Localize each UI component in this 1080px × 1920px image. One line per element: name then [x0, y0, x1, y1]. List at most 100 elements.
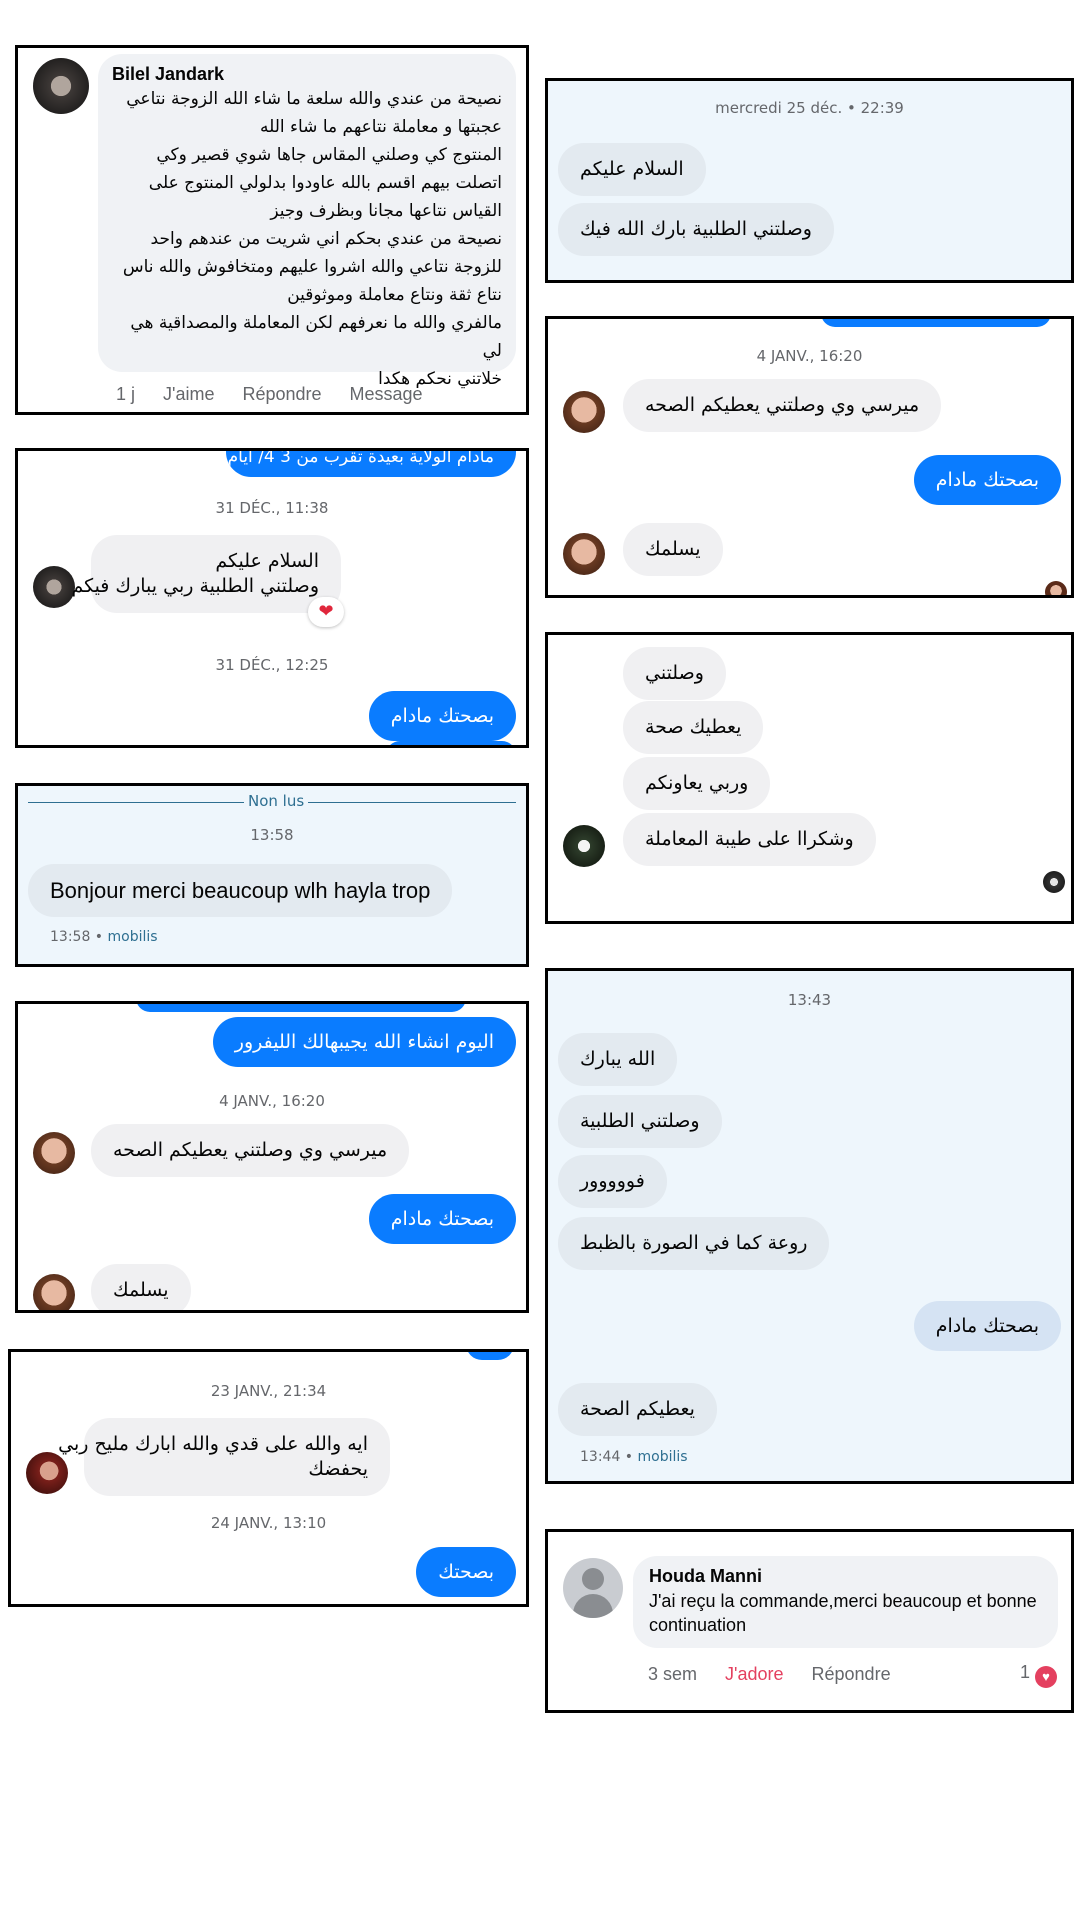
comment-line: نصيحة من عندي بحكم اني شريت من عندهم واح… — [150, 229, 502, 249]
message-button[interactable]: Message — [350, 384, 423, 404]
timestamp: 31 DÉC., 11:38 — [215, 499, 329, 517]
timestamp: 13:43 — [787, 991, 832, 1009]
incoming-message[interactable]: وصلتني الطلبية بارك الله فيك — [558, 203, 834, 256]
incoming-message[interactable]: يسلمك — [91, 1264, 191, 1310]
meta-separator: • — [620, 1449, 638, 1465]
message-line: يحفضك — [308, 1458, 368, 1480]
chat-panel-jan: اليوم انشاء الله يجيبهالك الليفرور 4 JAN… — [15, 1001, 529, 1313]
meta-time: 13:58 — [50, 929, 91, 945]
comment-time: 3 sem — [648, 1664, 698, 1684]
reply-button[interactable]: Répondre — [242, 384, 321, 404]
seen-avatar — [1043, 871, 1065, 893]
reaction-count[interactable]: 1 ♥ — [1020, 1662, 1057, 1688]
incoming-message[interactable]: السلام عليكم وصلتني الطلبية ربي يبارك في… — [71, 535, 341, 613]
incoming-message[interactable]: يعطيكم الصحة — [558, 1383, 717, 1436]
reply-button[interactable]: Répondre — [812, 1664, 891, 1684]
timestamp: 23 JANV., 21:34 — [210, 1382, 327, 1400]
incoming-message[interactable]: ايه والله على قدي والله ابارك مليح ربي ي… — [58, 1418, 390, 1496]
comment-panel-bilel: Bilel Jandark نصيحة من عندي والله سلعة م… — [15, 45, 529, 415]
comment-panel-houda: Houda Manni J'ai reçu la commande,merci … — [545, 1529, 1074, 1713]
incoming-message[interactable]: وصلتني — [623, 647, 726, 700]
avatar[interactable] — [33, 58, 89, 114]
comment-time: 1 j — [116, 384, 136, 404]
heart-reaction[interactable]: ❤ — [308, 597, 344, 627]
incoming-message[interactable]: Bonjour merci beaucoup wlh hayla trop — [28, 864, 453, 917]
unread-label: Non lus — [244, 792, 309, 810]
comment-line: القياس نتاعها مجانا وبظرف وجيز — [270, 201, 502, 221]
comment-line: عجبتها و معاملة نتاعهم ما شاء الله — [259, 117, 502, 137]
seen-avatar — [1045, 581, 1067, 595]
operator-link[interactable]: mobilis — [108, 929, 158, 945]
comment-line: المنتوج كي وصلني المقاس جاها شوي قصير وك… — [156, 145, 502, 165]
incoming-message[interactable]: وربي يعاونكم — [623, 757, 771, 810]
comment-line: نصيحة من عندي والله سلعة ما شاء الله الز… — [126, 89, 502, 109]
commenter-name[interactable]: Bilel Jandark — [112, 64, 502, 85]
outgoing-message[interactable]: بصحتك مادام — [368, 691, 516, 741]
reaction-count-value: 1 — [1019, 1662, 1030, 1682]
outgoing-message[interactable]: اليوم انشاء الله يجيبهالك الليفرور — [212, 1017, 516, 1067]
outgoing-message[interactable]: بصحتك مادام — [368, 1194, 516, 1244]
meta-separator: • — [90, 929, 108, 945]
meta-time: 13:44 — [580, 1449, 621, 1465]
chat-panel-1343: 13:43 الله يبارك وصلتني الطلبية فووووور … — [545, 968, 1074, 1484]
comment-actions: 1 j J'aime Répondre Message — [116, 384, 451, 405]
message-meta: 13:44 • mobilis — [580, 1449, 688, 1465]
chat-panel-4jan: 4 JANV., 16:20 ميرسي وي وصلتني يعطيكم ال… — [545, 316, 1074, 598]
love-button[interactable]: J'adore — [725, 1664, 783, 1684]
chat-panel-dec: مادام الولاية بعيدة تقرب من 3 4/ أيام 31… — [15, 448, 529, 748]
incoming-message[interactable]: يسلمك — [623, 523, 723, 576]
comment-line: مالفري والله ما نعرفهم لكن المعاملة والم… — [130, 313, 502, 361]
avatar[interactable] — [33, 566, 75, 608]
love-reaction-icon: ♥ — [1035, 1666, 1057, 1688]
default-user-icon-body — [573, 1594, 613, 1618]
comment-line: اتصلت بيهم اقسم بالله عاودوا بدلولي المن… — [148, 173, 502, 193]
incoming-message[interactable]: ميرسي وي وصلتني يعطيكم الصحه — [91, 1124, 410, 1177]
incoming-message[interactable]: وشكراا على طيبة المعاملة — [623, 813, 876, 866]
chat-panel-thanks: وصلتني يعطيك صحة وربي يعاونكم وشكراا على… — [545, 632, 1074, 924]
avatar[interactable] — [33, 1274, 75, 1310]
avatar[interactable] — [563, 391, 605, 433]
outgoing-message-partial[interactable]: مادام الولاية بعيدة تقرب من 3 4/ أيام — [226, 451, 516, 477]
outgoing-message-partial — [386, 741, 516, 745]
incoming-message[interactable]: ميرسي وي وصلتني يعطيكم الصحه — [623, 379, 942, 432]
timestamp: 4 JANV., 16:20 — [219, 1092, 325, 1110]
chat-panel-25dec: mercredi 25 déc. • 22:39 السلام عليكم وص… — [545, 78, 1074, 283]
incoming-message[interactable]: فووووور — [558, 1155, 667, 1208]
outgoing-message-partial — [466, 1352, 514, 1360]
comment-line: نتاع ثقة ونتاع معاملة وموثوقين — [287, 285, 502, 305]
message-line: السلام عليكم — [215, 550, 319, 572]
avatar[interactable] — [26, 1452, 68, 1494]
comment-text: J'ai reçu la commande,merci beaucoup et … — [649, 1591, 1037, 1635]
like-button[interactable]: J'aime — [163, 384, 214, 404]
timestamp: 13:58 — [250, 826, 294, 844]
default-user-icon — [582, 1568, 604, 1590]
comment-actions: 3 sem J'adore Répondre — [648, 1664, 919, 1685]
incoming-message[interactable]: الله يبارك — [558, 1033, 678, 1086]
comment-bubble: Houda Manni J'ai reçu la commande,merci … — [633, 1556, 1058, 1648]
incoming-message[interactable]: وصلتني الطلبية — [558, 1095, 722, 1148]
commenter-name[interactable]: Houda Manni — [649, 1566, 1042, 1587]
timestamp: 24 JANV., 13:10 — [210, 1514, 327, 1532]
avatar[interactable] — [563, 825, 605, 867]
outgoing-message[interactable]: بصحتك — [416, 1547, 516, 1597]
avatar[interactable] — [563, 1558, 623, 1618]
timestamp: mercredi 25 déc. • 22:39 — [715, 99, 904, 117]
chat-panel-unread: Non lus 13:58 Bonjour merci beaucoup wlh… — [15, 783, 529, 967]
message-line: وصلتني الطلبية ربي يبارك فيكم — [71, 575, 319, 597]
outgoing-message[interactable]: بصحتك مادام — [913, 1301, 1061, 1351]
incoming-message[interactable]: يعطيك صحة — [623, 701, 764, 754]
outgoing-message-partial — [136, 1004, 466, 1012]
comment-text: نصيحة من عندي والله سلعة ما شاء الله الز… — [112, 85, 502, 393]
comment-line: للزوجة نتاعي والله اشروا عليهم ومتخافوش … — [122, 257, 502, 277]
avatar[interactable] — [33, 1132, 75, 1174]
incoming-message[interactable]: السلام عليكم — [558, 143, 706, 196]
incoming-message[interactable]: روعة كما في الصورة بالظبط — [558, 1217, 830, 1270]
outgoing-message-partial — [821, 319, 1051, 327]
comment-bubble: Bilel Jandark نصيحة من عندي والله سلعة م… — [98, 54, 516, 389]
operator-link[interactable]: mobilis — [638, 1449, 688, 1465]
outgoing-message[interactable]: بصحتك مادام — [913, 455, 1061, 505]
timestamp: 4 JANV., 16:20 — [756, 347, 863, 365]
avatar[interactable] — [563, 533, 605, 575]
timestamp: 31 DÉC., 12:25 — [215, 656, 329, 674]
chat-panel-late-jan: 23 JANV., 21:34 ايه والله على قدي والله … — [8, 1349, 529, 1607]
